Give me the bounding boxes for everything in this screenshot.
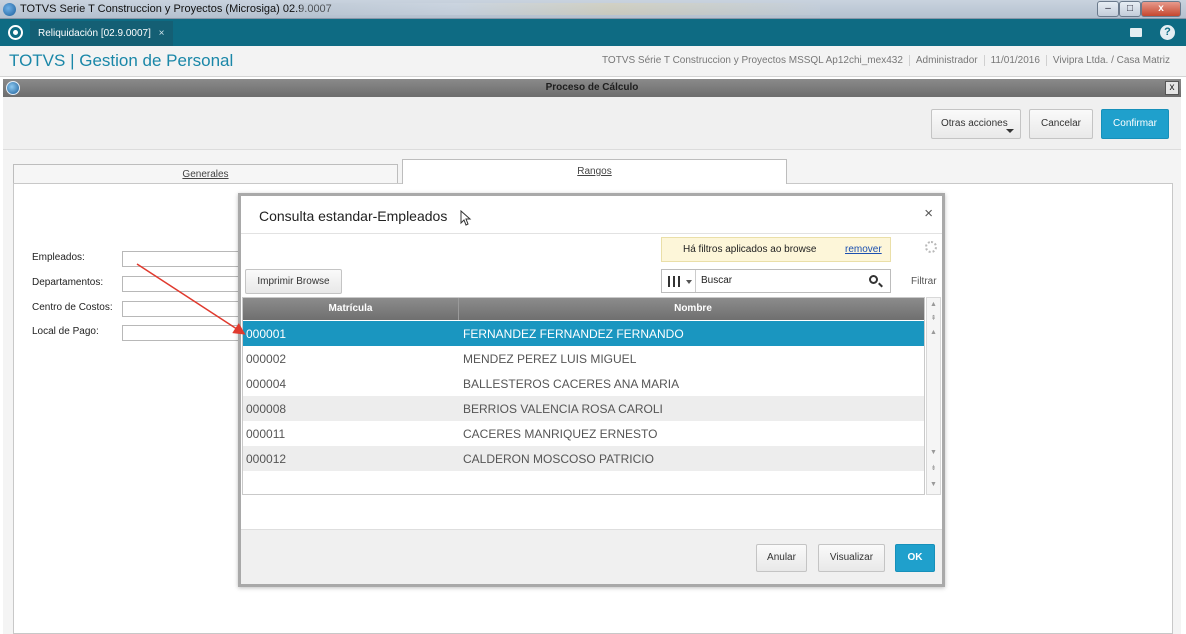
app-header: TOTVS | Gestion de Personal TOTVS Série … <box>0 46 1186 77</box>
empleados-field[interactable] <box>122 251 247 267</box>
date-label: 11/01/2016 <box>983 55 1046 66</box>
cell-matricula: 000008 <box>246 402 287 416</box>
columns-icon[interactable] <box>668 276 680 287</box>
cell-matricula: 000012 <box>246 452 287 466</box>
cell-matricula: 000004 <box>246 377 287 391</box>
scroll-page-down-icon[interactable]: ⇟ <box>929 464 938 474</box>
process-title-bar: Proceso de Cálculo x <box>3 79 1181 97</box>
cell-matricula: 000011 <box>246 427 286 441</box>
tab-close-icon[interactable]: × <box>159 28 165 39</box>
departamentos-field[interactable] <box>122 276 247 292</box>
cancel-button[interactable]: Cancelar <box>1029 109 1093 139</box>
empleados-table: Matrícula Nombre 000001 FERNANDEZ FERNAN… <box>242 297 925 495</box>
cell-matricula: 000002 <box>246 352 287 366</box>
app-logo-icon <box>3 3 16 16</box>
centro-costos-field[interactable] <box>122 301 247 317</box>
search-input[interactable]: Buscar <box>701 275 732 286</box>
filter-notice-text: Há filtros aplicados ao browse <box>683 244 817 255</box>
company-label: Vivipra Ltda. / Casa Matriz <box>1045 55 1176 66</box>
window-title: TOTVS Serie T Construccion y Proyectos (… <box>20 3 332 15</box>
table-row[interactable]: 000011 CACERES MANRIQUEZ ERNESTO <box>243 421 924 446</box>
search-separator <box>695 270 696 292</box>
environment-label: TOTVS Série T Construccion y Proyectos M… <box>602 55 903 66</box>
cell-nombre: CACERES MANRIQUEZ ERNESTO <box>463 427 658 441</box>
session-info: TOTVS Série T Construccion y Proyectos M… <box>596 55 1176 66</box>
mail-icon[interactable] <box>1130 28 1142 37</box>
table-row[interactable]: 000012 CALDERON MOSCOSO PATRICIO <box>243 446 924 471</box>
column-header-matricula[interactable]: Matrícula <box>243 298 459 320</box>
dialog-title: Consulta estandar-Empleados <box>259 208 448 224</box>
departamentos-label: Departamentos: <box>32 277 104 288</box>
otras-acciones-label: Otras acciones <box>941 118 1008 129</box>
scroll-up-icon[interactable]: ▲ <box>929 328 938 338</box>
mouse-cursor-icon <box>460 210 472 226</box>
app-tab-bar: Reliquidación [02.9.0007] × ? <box>0 19 1186 46</box>
minimize-button[interactable]: – <box>1097 1 1119 17</box>
window-close-button[interactable]: x <box>1141 1 1181 17</box>
tab-generales[interactable]: Generales <box>13 164 398 184</box>
remove-filter-link[interactable]: remover <box>845 238 882 261</box>
filter-notice: Há filtros aplicados ao browse remover <box>661 237 891 262</box>
table-row[interactable]: 000008 BERRIOS VALENCIA ROSA CAROLI <box>243 396 924 421</box>
blurred-title-region <box>300 3 820 15</box>
tab-label: Reliquidación [02.9.0007] <box>38 28 151 39</box>
dialog-divider <box>241 233 942 234</box>
scroll-down-icon[interactable]: ▼ <box>929 448 938 458</box>
otras-acciones-button[interactable]: Otras acciones <box>931 109 1021 139</box>
window-title-bar: TOTVS Serie T Construccion y Proyectos (… <box>0 0 1186 19</box>
help-icon[interactable]: ? <box>1160 25 1175 40</box>
centro-costos-label: Centro de Costos: <box>32 302 113 313</box>
anular-button[interactable]: Anular <box>756 544 807 572</box>
gear-icon[interactable] <box>925 241 937 253</box>
app-brand: TOTVS | Gestion de Personal <box>9 51 234 70</box>
tab-rangos[interactable]: Rangos <box>402 159 787 184</box>
cell-nombre: BALLESTEROS CACERES ANA MARIA <box>463 377 680 391</box>
cell-nombre: BERRIOS VALENCIA ROSA CAROLI <box>463 402 663 416</box>
ok-button[interactable]: OK <box>895 544 935 572</box>
cell-matricula: 000001 <box>246 327 287 341</box>
chevron-down-icon <box>1006 129 1014 133</box>
scroll-bottom-icon[interactable]: ▼ <box>929 480 938 490</box>
action-bar: Otras acciones Cancelar Confirmar <box>3 97 1181 150</box>
table-row[interactable]: 000001 FERNANDEZ FERNANDEZ FERNANDO <box>243 321 924 346</box>
table-row[interactable]: 000002 MENDEZ PEREZ LUIS MIGUEL <box>243 346 924 371</box>
table-row[interactable]: 000004 BALLESTEROS CACERES ANA MARIA <box>243 371 924 396</box>
local-pago-label: Local de Pago: <box>32 326 99 337</box>
search-icon[interactable] <box>869 275 878 284</box>
home-icon[interactable] <box>8 25 23 40</box>
cell-nombre: CALDERON MOSCOSO PATRICIO <box>463 452 654 466</box>
filter-button[interactable]: Filtrar <box>911 276 937 287</box>
process-close-button[interactable]: x <box>1165 81 1179 95</box>
cell-nombre: MENDEZ PEREZ LUIS MIGUEL <box>463 352 637 366</box>
local-pago-field[interactable] <box>122 325 247 341</box>
empleados-label: Empleados: <box>32 252 85 263</box>
print-browse-button[interactable]: Imprimir Browse <box>245 269 342 294</box>
confirm-button[interactable]: Confirmar <box>1101 109 1169 139</box>
scroll-top-icon[interactable]: ▲ <box>929 300 938 310</box>
visualizar-button[interactable]: Visualizar <box>818 544 885 572</box>
cell-nombre: FERNANDEZ FERNANDEZ FERNANDO <box>463 327 684 341</box>
chevron-down-icon[interactable] <box>686 280 692 284</box>
dialog-close-icon[interactable]: × <box>924 205 933 222</box>
maximize-button[interactable]: □ <box>1119 1 1141 17</box>
table-scrollbar[interactable]: ▲ ⇞ ▲ ▼ ⇟ ▼ <box>926 297 941 495</box>
tab-reliquidacion[interactable]: Reliquidación [02.9.0007] × <box>30 21 173 46</box>
search-box: Buscar <box>661 269 891 293</box>
consulta-empleados-dialog: Consulta estandar-Empleados × Há filtros… <box>238 193 945 587</box>
user-label: Administrador <box>908 55 984 66</box>
process-title: Proceso de Cálculo <box>545 82 639 93</box>
dialog-footer: Anular Visualizar OK <box>241 529 942 584</box>
table-header: Matrícula Nombre <box>243 298 924 320</box>
column-header-nombre[interactable]: Nombre <box>460 298 924 320</box>
scroll-page-up-icon[interactable]: ⇞ <box>929 314 938 324</box>
